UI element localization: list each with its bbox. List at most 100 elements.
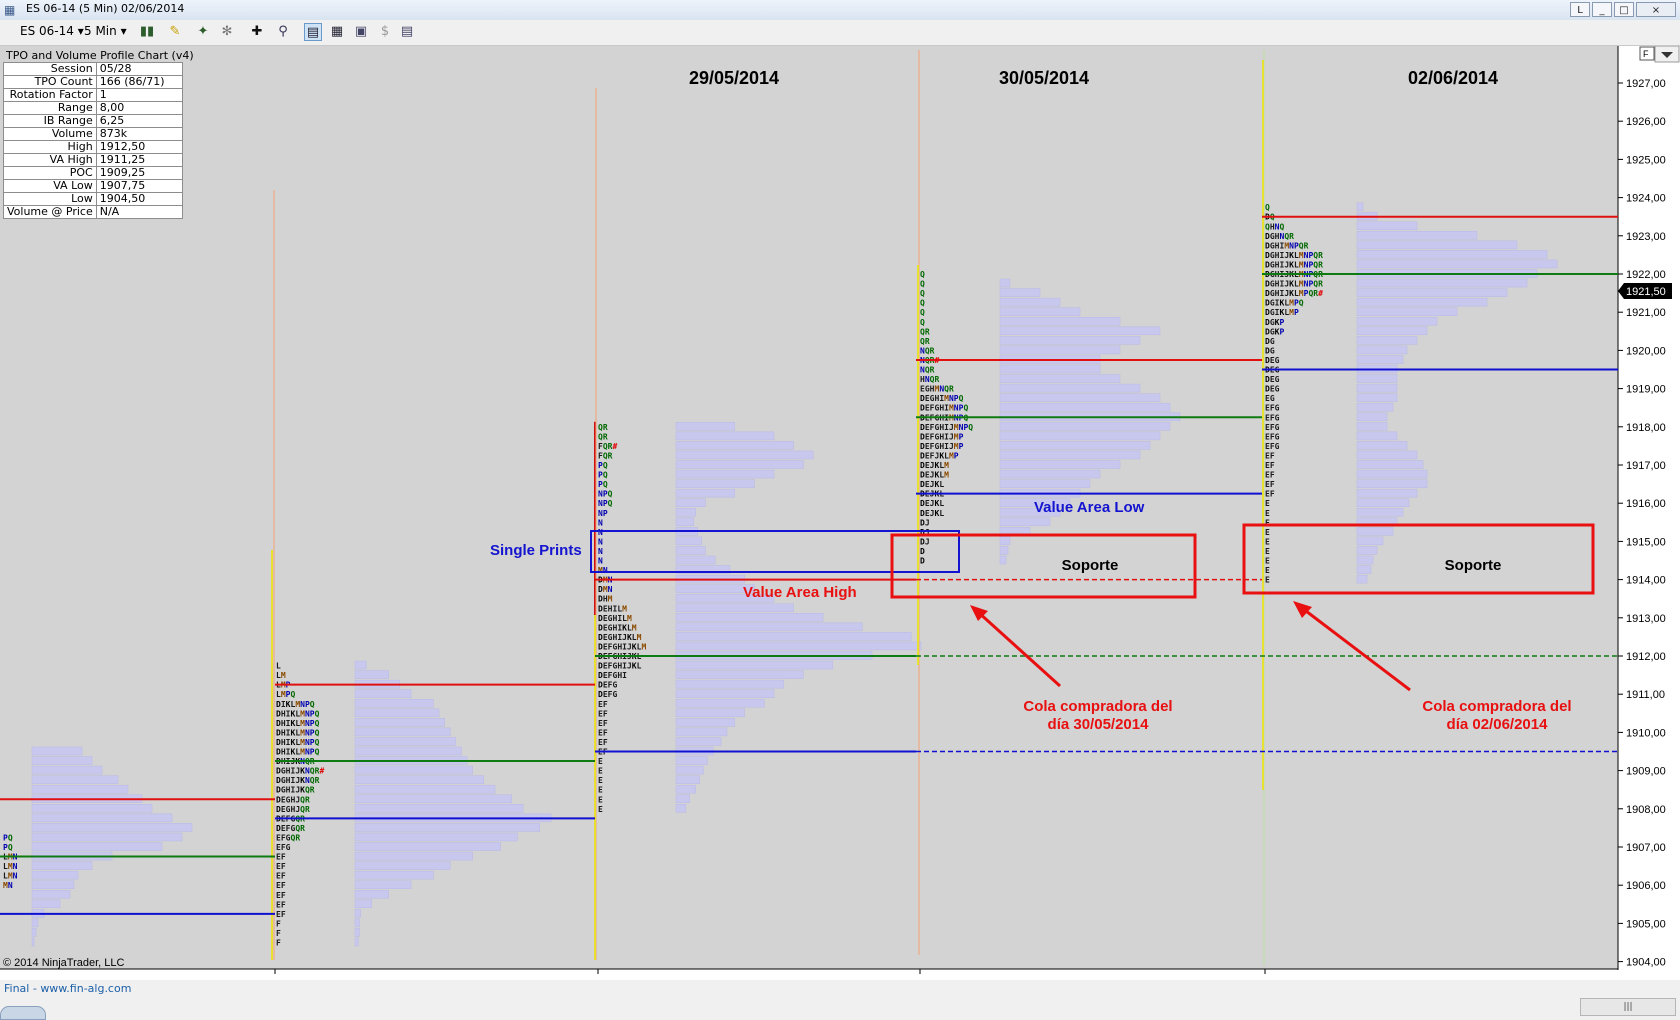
current-price-label: 1921,50 [1626,286,1666,298]
tpo-letter: Q [310,700,315,709]
tpo-letter: N [603,566,608,575]
tpo-letter-row: DEJKL [920,480,944,489]
tpo-letter-row: L [276,662,281,671]
volume-bar [999,479,1091,488]
tpo-letter-row: E [1265,528,1270,537]
tpo-letter: F [1270,480,1275,489]
volume-bar [1356,574,1368,584]
tpo-letter-row: N [598,528,603,537]
bar-style-icon[interactable]: ▮▮ [138,23,156,41]
zoom-icon[interactable]: ⚲ [274,23,292,41]
tpo-letter: Q [959,394,964,403]
volume-bar [1356,565,1372,574]
info-row: High 1912,50 [3,140,183,154]
interval-selector[interactable]: 5 Min ▾ [84,24,127,38]
volume-bar [354,870,434,880]
tpo-chart[interactable]: MNLMNLMNLMNPQPQFFFEFEFEFEFEFEFEFEFGEFGQR… [0,46,1680,974]
maximize-button[interactable]: □ [1614,2,1634,17]
info-panel-title: TPO and Volume Profile Chart (v4) [6,49,194,62]
volume-bar [999,469,1101,479]
volume-bar [31,804,153,813]
crosshair-icon[interactable]: ✚ [248,23,266,41]
tpo-letter: R [925,327,930,336]
tpo-letter-row: EFGQR [276,833,300,842]
value-area-high-label: Value Area High [743,584,857,601]
tpo-letter: F [281,862,286,871]
tpo-letter-row: N [598,557,603,566]
info-value: 1909,25 [95,166,183,180]
volume-bar [1356,240,1518,250]
tpo-letter: E [598,757,603,766]
volume-bar [675,498,706,507]
tpo-letter: G [1270,337,1275,346]
price-tick-label: 1909,00 [1626,766,1666,778]
tpo-letter: L [939,509,944,518]
add-indicator-icon[interactable]: ✦ [194,23,212,41]
scroll-thumb[interactable] [0,1006,46,1020]
tpo-letter-row: NQR [920,366,935,375]
tpo-letter: D [920,557,925,566]
volume-bar [999,546,1009,555]
link-button[interactable]: L [1570,2,1590,17]
volume-bar [354,890,389,899]
tpo-letter: F [281,891,286,900]
tpo-letter-row: EF [1265,451,1275,460]
volume-bar [675,765,704,775]
tpo-letter: P [1294,308,1299,317]
volume-bar [999,317,1121,326]
tpo-profile-icon[interactable]: ▤ [304,23,322,41]
pencil-draw-icon[interactable]: ✎ [166,23,184,41]
tpo-letter-row: DEJKL [920,499,944,508]
tpo-letter: Q [608,490,613,499]
tpo-letter: R [305,805,310,814]
volume-bar [999,460,1121,469]
volume-bar [354,718,445,727]
volume-bar [999,364,1101,374]
volume-bar [1356,202,1364,211]
tpo-letter: F [276,939,281,948]
tpo-letter: R [934,375,939,384]
volume-bar [354,804,524,813]
data-box-icon[interactable]: ▤ [398,23,416,41]
minimize-button[interactable]: _ [1592,2,1612,17]
tpo-letter-row: MN [3,881,13,890]
chart-settings-icon[interactable]: ▣ [352,23,370,41]
volume-bar [999,393,1161,402]
tpo-letter-row: DHIKLMNPQ [276,719,320,728]
tpo-letter: G [1275,413,1280,422]
tpo-letter: E [1265,576,1270,585]
volume-bar [354,899,373,909]
tpo-letter: F [1270,490,1275,499]
volume-bar [31,813,173,823]
volume-bar [31,861,93,870]
horizontal-scrollbar[interactable]: ||| [1580,998,1676,1016]
strategy-icon[interactable]: ✻ [218,23,236,41]
status-bar: Final - www.fin-alg.com [0,980,1680,1020]
volume-bar [354,794,513,803]
session-info-table: Session 05/28 TPO Count 166 (86/71) Rotation… [3,62,183,219]
price-tick-label: 1917,00 [1626,460,1666,472]
volume-bar [999,278,1011,288]
price-tick-label: 1907,00 [1626,842,1666,854]
volume-bar [675,784,696,794]
tpo-letter: P [1279,318,1284,327]
volume-bar [675,450,814,460]
volume-bar [675,603,794,612]
info-label: High [3,140,97,154]
tpo-letter: G [1275,385,1280,394]
volume-bar [354,842,501,851]
close-button[interactable]: × [1636,2,1676,17]
tpo-letter-row: EF [276,853,286,862]
instrument-label: ES 06-14 [20,24,74,38]
tpo-letter: E [1265,499,1270,508]
instrument-selector[interactable]: ES 06-14 ▾ [20,24,84,38]
tpo-letter-row: DEG [1265,385,1280,394]
tpo-letter: M [637,633,642,642]
session-title-0529: 29/05/2014 [689,68,779,88]
dollar-icon[interactable]: $ [376,23,394,41]
tpo-letter: # [612,442,617,451]
volume-profile-icon[interactable]: ▦ [328,23,346,41]
volume-bar [31,832,183,842]
tpo-letter: R [1304,241,1309,250]
volume-bar [354,909,361,918]
